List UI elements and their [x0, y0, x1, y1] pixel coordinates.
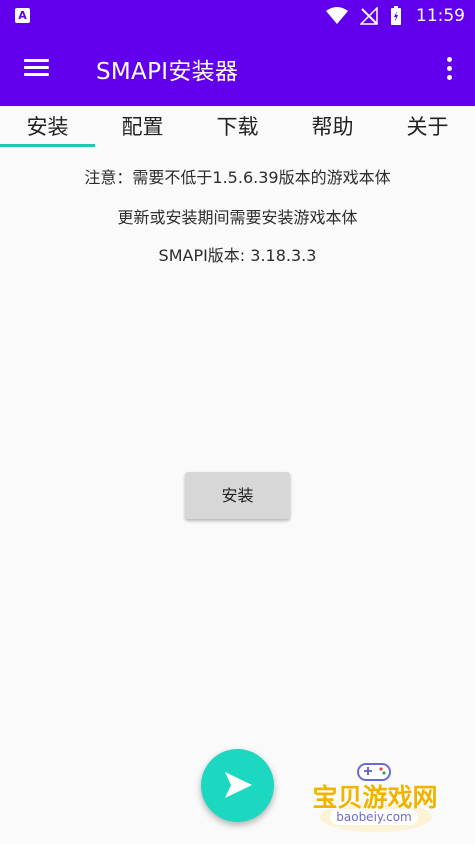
- tab-bar: 安装 配置 下载 帮助 关于: [0, 106, 475, 148]
- more-options-icon[interactable]: [437, 54, 461, 84]
- status-bar: A 11:59: [0, 0, 475, 32]
- watermark-url: baobeiy.com: [330, 809, 418, 825]
- wifi-icon: [326, 7, 348, 24]
- battery-charging-icon: [391, 6, 401, 25]
- menu-icon[interactable]: [16, 53, 52, 85]
- no-signal-icon: [360, 7, 378, 25]
- tab-help[interactable]: 帮助: [285, 106, 380, 148]
- app-notification-icon: A: [15, 8, 30, 23]
- tab-install[interactable]: 安装: [0, 106, 95, 148]
- run-fab-button[interactable]: [201, 749, 274, 822]
- tab-download[interactable]: 下载: [190, 106, 285, 148]
- smapi-version-text: SMAPI版本: 3.18.3.3: [158, 246, 317, 265]
- tab-about[interactable]: 关于: [380, 106, 475, 148]
- install-note-text: 更新或安装期间需要安装游戏本体: [117, 208, 358, 227]
- app-bar: SMAPI安装器: [0, 32, 475, 106]
- tab-config[interactable]: 配置: [95, 106, 190, 148]
- version-requirement-text: 注意：需要不低于1.5.6.39版本的游戏本体: [84, 168, 391, 187]
- app-title: SMAPI安装器: [96, 59, 239, 85]
- install-button[interactable]: 安装: [185, 472, 290, 519]
- clock: 11:59: [416, 6, 465, 26]
- play-icon: [225, 772, 252, 798]
- tab-indicator: [0, 144, 95, 147]
- watermark: 宝贝游戏网 baobeiy.com: [300, 758, 450, 838]
